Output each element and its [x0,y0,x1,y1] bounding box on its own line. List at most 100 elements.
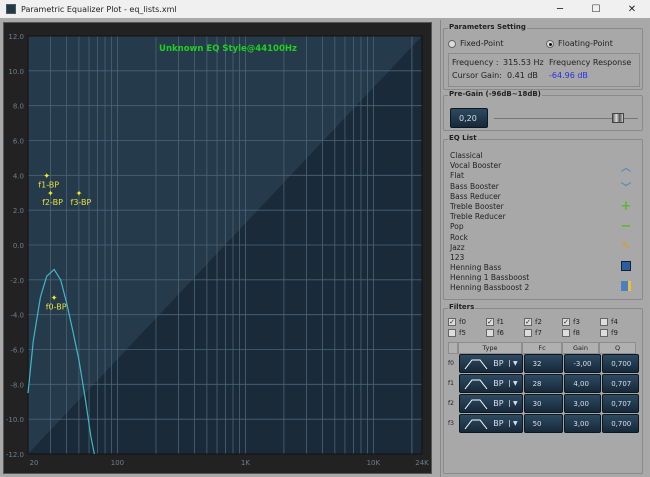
cursor-gain-label: Cursor Gain: [452,71,502,80]
filter-gain-field[interactable]: 3,00 [564,394,602,413]
checkbox-label: f5 [459,329,466,337]
save-as-button[interactable] [616,277,636,295]
move-up-button[interactable]: ︿ [616,157,636,175]
fixed-point-radio[interactable]: Fixed-Point [448,39,503,48]
filter-gain-field[interactable]: 3,00 [564,414,602,433]
filter-q-field[interactable]: 0,700 [602,354,639,373]
eq-list-item[interactable]: Classical [450,151,610,161]
eq-list-item[interactable]: Pop [450,222,610,232]
eq-list-item[interactable]: Henning Bassboost 2 [450,283,610,293]
eq-list-item[interactable]: Treble Booster [450,202,610,212]
filter-q-field[interactable]: 0,707 [602,374,639,393]
filter-type-value: BP [493,379,504,388]
filter-marker-icon[interactable]: ✦ [43,171,50,180]
filter-type-select[interactable]: BP ▼ [458,374,523,393]
filter-row: f1 BP ▼ 28 4,00 0,707 [448,374,640,393]
pregain-slider-thumb[interactable] [611,113,624,123]
save-button[interactable] [616,257,636,275]
app-icon [6,4,16,14]
chart-title: Unknown EQ Style@44100Hz [159,44,297,54]
dropdown-arrow-icon: ▼ [508,380,518,387]
filter-type-value: BP [493,359,504,368]
checkbox-label: f0 [459,318,466,326]
filter-fc-field[interactable]: 50 [523,414,564,433]
filter-checkbox-f8[interactable]: f8 [562,329,580,337]
add-button[interactable]: + [616,197,636,215]
move-down-button[interactable]: ﹀ [616,177,636,195]
filter-marker-icon[interactable]: ✦ [47,189,54,198]
eq-list-item[interactable]: Jazz [450,243,610,253]
y-tick-label: 4.0 [13,172,24,180]
filter-type-value: BP [493,419,504,428]
header-fc: Fc [522,342,562,354]
eq-list-item[interactable]: Henning Bass [450,263,610,273]
filter-checkbox-f2[interactable]: ✓ f2 [524,318,542,326]
filter-marker-label: f0-BP [46,302,67,311]
pregain-title: Pre-Gain (-96dB~18dB) [448,90,542,98]
edit-button[interactable]: ✎ [616,237,636,255]
header-corner [448,342,458,354]
filter-q-field[interactable]: 0,707 [602,394,639,413]
y-tick-label: -2.0 [10,277,24,285]
eq-chart[interactable]: 12.0 10.0 8.0 6.0 4.0 2.0 0.0 -2.0 -4.0 -6.0 -8.0 -… [4,23,433,475]
eq-list-item[interactable]: Flat [450,171,610,181]
filter-marker-icon[interactable]: ✦ [76,189,83,198]
filter-row: f0 BP ▼ 32 -3,00 0,700 [448,354,640,373]
eq-list-item[interactable]: Rock [450,233,610,243]
pregain-value-field[interactable]: 0,20 [450,108,488,128]
y-tick-label: -6.0 [10,347,24,355]
eq-list-item[interactable]: 123 [450,253,610,263]
bandpass-icon [464,419,488,429]
filter-type-select[interactable]: BP ▼ [458,394,523,413]
radio-icon [448,39,456,48]
filter-checkbox-f4[interactable]: f4 [600,318,618,326]
filter-type-select[interactable]: BP ▼ [458,414,523,433]
header-type: Type [458,342,522,354]
filter-checkbox-f0[interactable]: ✓ f0 [448,318,466,326]
close-button[interactable]: ✕ [614,4,650,15]
filter-fc-field[interactable]: 28 [523,374,564,393]
eq-plot[interactable]: 12.0 10.0 8.0 6.0 4.0 2.0 0.0 -2.0 -4.0 -6.0 -8.0 -… [3,22,432,474]
y-tick-label: -8.0 [10,381,24,389]
remove-button[interactable]: − [616,217,636,235]
window-title: Parametric Equalizer Plot - eq_lists.xml [21,4,177,14]
bandpass-icon [464,359,488,369]
eq-list-item[interactable]: Henning 1 Bassboost [450,273,610,283]
save-as-icon [621,281,631,291]
dropdown-arrow-icon: ▼ [508,360,518,367]
frequency-value: 315.53 Hz [503,58,544,67]
fixed-point-label: Fixed-Point [460,39,504,48]
eq-list-item[interactable]: Vocal Booster [450,161,610,171]
dropdown-arrow-icon: ▼ [508,420,518,427]
eq-list-item[interactable]: Bass Booster [450,182,610,192]
filter-fc-field[interactable]: 30 [523,394,564,413]
filter-checkbox-f3[interactable]: ✓ f3 [562,318,580,326]
filter-checkbox-f5[interactable]: f5 [448,329,466,337]
filter-checkbox-f1[interactable]: ✓ f1 [486,318,504,326]
checkbox-icon [600,318,608,326]
filter-gain-field[interactable]: -3,00 [564,354,602,373]
floating-point-label: Floating-Point [558,39,613,48]
dropdown-arrow-icon: ▼ [508,400,518,407]
floating-point-radio[interactable]: Floating-Point [546,39,613,48]
maximize-button[interactable]: ☐ [578,4,614,15]
filter-checkbox-f6[interactable]: f6 [486,329,504,337]
parameters-group: Parameters Setting Fixed-Point Floating-… [443,23,643,90]
filter-q-field[interactable]: 0,700 [602,414,639,433]
filter-type-select[interactable]: BP ▼ [458,354,523,373]
filter-checkbox-f9[interactable]: f9 [600,329,618,337]
filter-checkbox-f7[interactable]: f7 [524,329,542,337]
checkmark-icon: ✓ [524,318,532,326]
filter-row-label: f3 [448,420,454,427]
eq-list-item[interactable]: Treble Reducer [450,212,610,222]
filter-fc-field[interactable]: 32 [523,354,564,373]
bandpass-icon [464,399,488,409]
readout-box: Frequency : 315.53 Hz Cursor Gain: 0.41 … [448,53,640,87]
filter-gain-field[interactable]: 4,00 [564,374,602,393]
eq-list-item[interactable]: Bass Reducer [450,192,610,202]
minimize-button[interactable]: ─ [542,4,578,15]
eq-list[interactable]: Classical Vocal Booster Flat Bass Booster Ba… [450,151,610,294]
filter-row-label: f2 [448,400,454,407]
checkbox-label: f6 [497,329,504,337]
filter-marker-icon[interactable]: ✦ [51,293,58,302]
